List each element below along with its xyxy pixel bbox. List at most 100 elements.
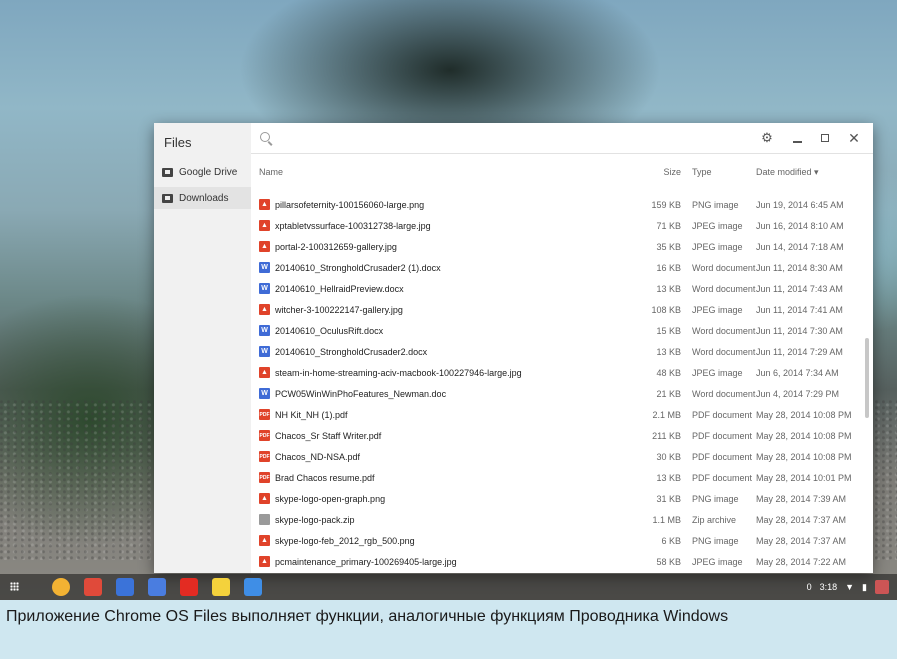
file-date-modified: May 28, 2014 7:37 AM bbox=[756, 536, 847, 546]
pdf-file-icon: PDF bbox=[259, 451, 270, 462]
word-document-icon: W bbox=[259, 325, 270, 336]
file-date-modified: Jun 14, 2014 7:18 AM bbox=[756, 242, 844, 252]
file-row[interactable]: ▲ skype-logo-open-graph.png 31 KB PNG image… bbox=[251, 489, 861, 510]
files-icon[interactable] bbox=[244, 578, 262, 596]
file-name: pcmaintenance_primary-100269405-large.jp… bbox=[275, 557, 457, 567]
file-name: portal-2-100312659-gallery.jpg bbox=[275, 242, 397, 252]
network-indicator: 0 bbox=[806, 582, 812, 592]
file-size: 58 KB bbox=[656, 557, 681, 567]
file-size: 15 KB bbox=[656, 326, 681, 336]
file-size: 30 KB bbox=[656, 452, 681, 462]
file-list: ▲ pillarsofeternity-100156060-large.png 15… bbox=[251, 195, 873, 573]
minimize-icon[interactable] bbox=[789, 130, 805, 146]
column-name[interactable]: Name bbox=[259, 167, 283, 177]
file-type: Zip archive bbox=[692, 515, 737, 525]
file-name: 20140610_StrongholdCrusader2 (1).docx bbox=[275, 263, 441, 273]
file-name: xptabletvssurface-100312738-large.jpg bbox=[275, 221, 431, 231]
file-row[interactable]: ▲ steam-in-home-streaming-aciv-macbook-10… bbox=[251, 363, 861, 384]
file-row[interactable]: PDF Brad Chacos resume.pdf 13 KB PDF docume… bbox=[251, 468, 861, 489]
status-area[interactable]: 0 3:18 ▼ ▮ bbox=[807, 580, 889, 594]
sidebar-item-label: Downloads bbox=[179, 192, 229, 204]
wifi-icon: ▼ bbox=[845, 582, 855, 592]
file-size: 13 KB bbox=[656, 284, 681, 294]
file-name: 20140610_StrongholdCrusader2.docx bbox=[275, 347, 428, 357]
chrome-icon[interactable] bbox=[52, 578, 70, 596]
file-row[interactable]: ▲ portal-2-100312659-gallery.jpg 35 KB JPEG… bbox=[251, 237, 861, 258]
file-row[interactable]: ▲ witcher-3-100222147-gallery.jpg 108 KB JP… bbox=[251, 300, 861, 321]
file-type: Word document bbox=[692, 347, 756, 357]
drive-icon bbox=[162, 167, 173, 177]
file-type: PDF document bbox=[692, 431, 753, 441]
image-file-icon: ▲ bbox=[259, 304, 270, 315]
file-row[interactable]: PDF NH Kit_NH (1).pdf 2.1 MB PDF document Ma… bbox=[251, 405, 861, 426]
file-name: pillarsofeternity-100156060-large.png bbox=[275, 200, 425, 210]
file-date-modified: Jun 11, 2014 7:30 AM bbox=[756, 326, 843, 336]
gear-icon[interactable]: ⚙ bbox=[759, 130, 775, 146]
file-date-modified: May 28, 2014 7:39 AM bbox=[756, 494, 847, 504]
file-name: 20140610_HellraidPreview.docx bbox=[275, 284, 404, 294]
image-file-icon: ▲ bbox=[259, 493, 270, 504]
maximize-icon[interactable] bbox=[817, 130, 833, 146]
file-size: 71 KB bbox=[656, 221, 681, 231]
file-row[interactable]: skype-logo-pack.zip 1.1 MB Zip archive May … bbox=[251, 510, 861, 531]
file-row[interactable]: ▲ pillarsofeternity-100156060-large.png 15… bbox=[251, 195, 861, 216]
file-date-modified: May 28, 2014 10:08 PM bbox=[756, 452, 852, 462]
image-file-icon: ▲ bbox=[259, 220, 270, 231]
sidebar-item-downloads[interactable]: Downloads bbox=[154, 187, 251, 209]
close-icon[interactable]: ✕ bbox=[846, 130, 862, 146]
file-size: 159 KB bbox=[651, 200, 681, 210]
scrollbar[interactable] bbox=[865, 338, 869, 418]
file-row[interactable]: PDF Chacos_ND-NSA.pdf 30 KB PDF document May… bbox=[251, 447, 861, 468]
search-bar[interactable]: ⚙ ✕ bbox=[251, 123, 873, 154]
column-size[interactable]: Size bbox=[641, 167, 681, 177]
file-size: 31 KB bbox=[656, 494, 681, 504]
file-row[interactable]: ▲ skype-logo-feb_2012_rgb_500.png 6 KB PNG … bbox=[251, 531, 861, 552]
sidebar-item-google-drive[interactable]: Google Drive bbox=[154, 161, 251, 183]
file-type: JPEG image bbox=[692, 557, 743, 567]
file-row[interactable]: W PCW05WinWinPhoFeatures_Newman.doc 21 KB W… bbox=[251, 384, 861, 405]
file-type: PNG image bbox=[692, 536, 739, 546]
keep-icon[interactable] bbox=[212, 578, 230, 596]
app-launcher-icon[interactable] bbox=[10, 582, 19, 591]
file-row[interactable]: W 20140610_HellraidPreview.docx 13 KB Word … bbox=[251, 279, 861, 300]
file-row[interactable]: W 20140610_StrongholdCrusader2.docx 13 KB W… bbox=[251, 342, 861, 363]
search-icon[interactable] bbox=[260, 132, 270, 142]
clock: 3:18 bbox=[819, 582, 838, 592]
file-date-modified: Jun 11, 2014 7:29 AM bbox=[756, 347, 843, 357]
zip-archive-icon bbox=[259, 514, 270, 525]
file-size: 108 KB bbox=[651, 305, 681, 315]
file-name: skype-logo-open-graph.png bbox=[275, 494, 386, 504]
youtube-icon[interactable] bbox=[180, 578, 198, 596]
file-date-modified: Jun 11, 2014 7:41 AM bbox=[756, 305, 843, 315]
file-name: skype-logo-pack.zip bbox=[275, 515, 355, 525]
file-type: Word document bbox=[692, 263, 756, 273]
column-type[interactable]: Type bbox=[692, 167, 712, 177]
file-date-modified: Jun 6, 2014 7:34 AM bbox=[756, 368, 839, 378]
column-date-modified[interactable]: Date modified ▾ bbox=[756, 167, 819, 178]
file-size: 48 KB bbox=[656, 368, 681, 378]
word-document-icon: W bbox=[259, 388, 270, 399]
file-row[interactable]: W 20140610_OculusRift.docx 15 KB Word docum… bbox=[251, 321, 861, 342]
file-date-modified: Jun 11, 2014 8:30 AM bbox=[756, 263, 843, 273]
file-size: 13 KB bbox=[656, 347, 681, 357]
file-row[interactable]: PDF Chacos_Sr Staff Writer.pdf 211 KB PDF d… bbox=[251, 426, 861, 447]
app-title: Files bbox=[164, 135, 192, 150]
file-date-modified: Jun 11, 2014 7:43 AM bbox=[756, 284, 843, 294]
downloads-folder-icon bbox=[162, 193, 173, 203]
gmail-icon[interactable] bbox=[84, 578, 102, 596]
file-size: 1.1 MB bbox=[652, 515, 681, 525]
google-search-icon[interactable] bbox=[116, 578, 134, 596]
avatar[interactable] bbox=[875, 580, 889, 594]
file-row[interactable]: ▲ pcmaintenance_primary-100269405-large.j… bbox=[251, 552, 861, 573]
file-date-modified: Jun 16, 2014 8:10 AM bbox=[756, 221, 844, 231]
docs-icon[interactable] bbox=[148, 578, 166, 596]
file-type: PDF document bbox=[692, 473, 753, 483]
file-size: 6 KB bbox=[661, 536, 681, 546]
file-type: Word document bbox=[692, 326, 756, 336]
file-type: Word document bbox=[692, 389, 756, 399]
file-type: JPEG image bbox=[692, 368, 743, 378]
file-type: JPEG image bbox=[692, 242, 743, 252]
file-row[interactable]: ▲ xptabletvssurface-100312738-large.jpg 71… bbox=[251, 216, 861, 237]
pdf-file-icon: PDF bbox=[259, 430, 270, 441]
file-row[interactable]: W 20140610_StrongholdCrusader2 (1).docx 16… bbox=[251, 258, 861, 279]
